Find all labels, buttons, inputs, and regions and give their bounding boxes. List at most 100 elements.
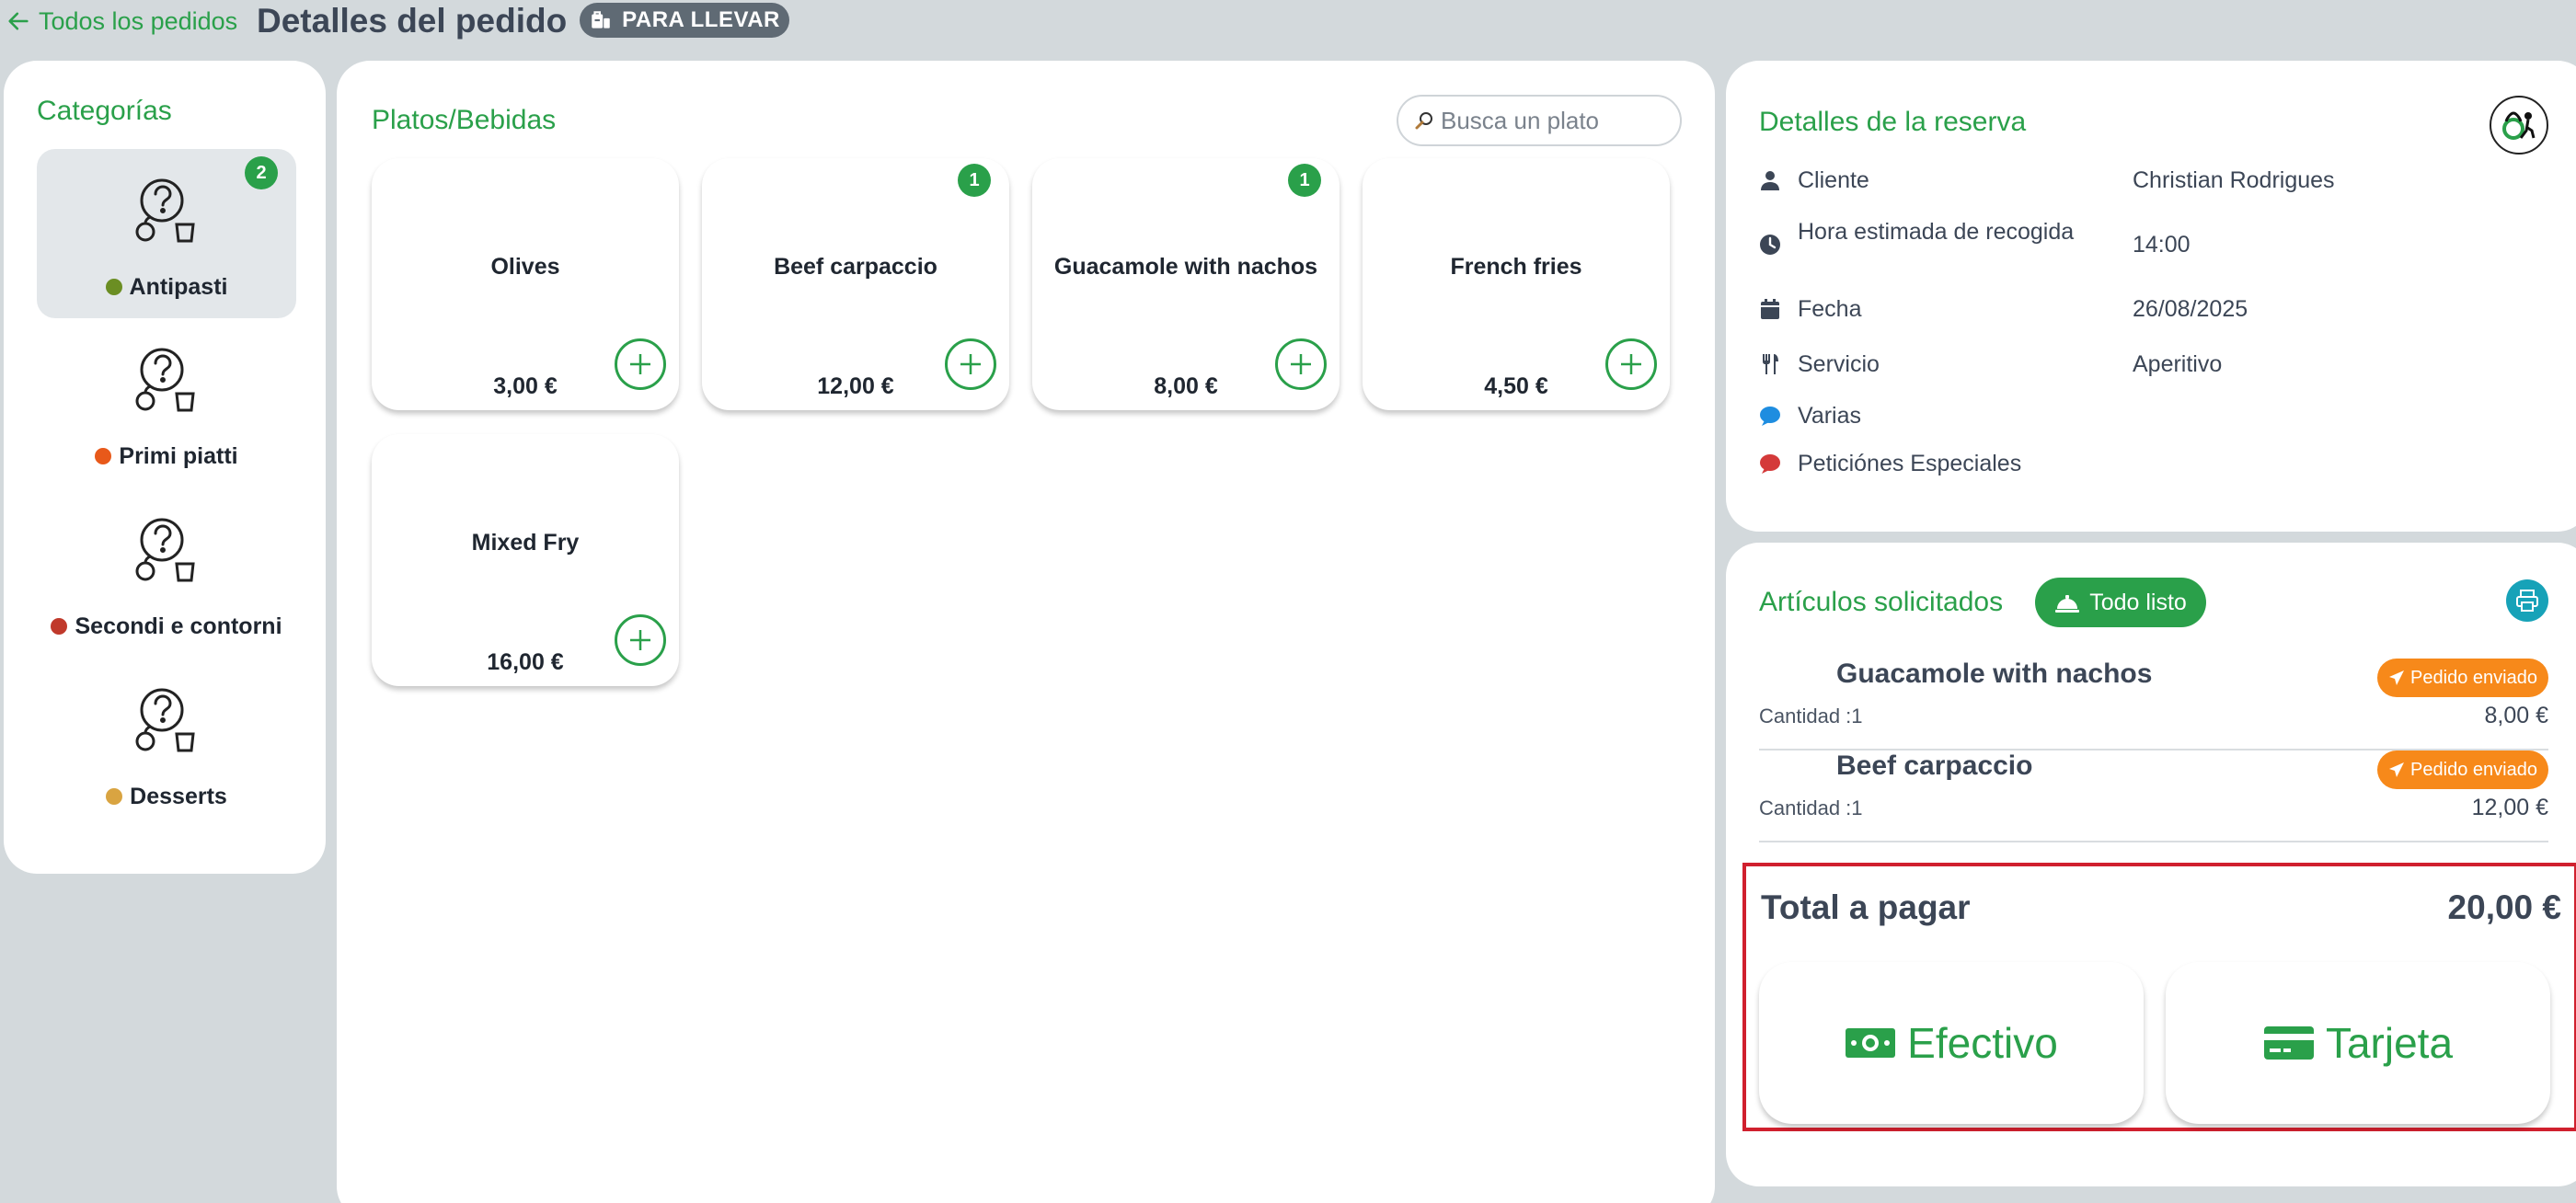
all-ready-button[interactable]: Todo listo [2035, 578, 2206, 627]
dish-count-badge: 1 [1288, 164, 1321, 197]
total-label: Total a pagar [1761, 888, 1971, 926]
dish-count-badge: 1 [958, 164, 991, 197]
utensils-icon [1763, 354, 1778, 374]
plus-icon [1291, 354, 1311, 374]
category-secondi-e-contorni[interactable]: Secondi e contorni [37, 488, 296, 658]
plus-icon [960, 354, 981, 374]
reservation-label: Varias [1798, 403, 1862, 429]
unknown-food-icon [135, 518, 195, 582]
chat-bubble-icon [1760, 407, 1780, 426]
add-dish-button[interactable] [1605, 338, 1657, 390]
category-label-text: Antipasti [129, 274, 228, 300]
chat-bubble-icon [1760, 454, 1780, 474]
payment-section: Total a pagar 20,00 € Efectivo Tarjeta [1742, 863, 2576, 1131]
pay-card-button[interactable]: Tarjeta [2166, 962, 2550, 1124]
reservation-label: Fecha [1798, 296, 1862, 322]
order-status-label: Pedido enviado [2410, 667, 2537, 688]
search-icon [1415, 112, 1432, 130]
unknown-food-icon [135, 348, 195, 412]
cash-label: Efectivo [1907, 1019, 2058, 1067]
category-label: Desserts [37, 784, 296, 810]
order-status-label: Pedido enviado [2410, 759, 2537, 780]
print-button[interactable] [2506, 579, 2548, 622]
reservation-label: Cliente [1798, 167, 1869, 193]
dish-card-olives[interactable]: Olives 3,00 € [372, 158, 679, 410]
back-to-orders-link[interactable]: Todos los pedidos [6, 4, 237, 39]
arrow-left-icon [8, 12, 29, 30]
plus-icon [630, 354, 650, 374]
reservation-value: Christian Rodrigues [2133, 167, 2335, 193]
dish-card-guacamole[interactable]: 1 Guacamole with nachos 8,00 € [1032, 158, 1340, 410]
ordered-item-price: 12,00 € [2471, 795, 2548, 820]
printer-icon [2516, 590, 2538, 612]
order-type-badge: PARA LLEVAR [580, 3, 789, 38]
search-input[interactable] [1441, 106, 1662, 135]
unknown-food-icon [135, 688, 195, 752]
meat-icon [51, 618, 68, 635]
plus-icon [1621, 354, 1641, 374]
credit-card-icon [2263, 1026, 2314, 1060]
dishes-panel: Platos/Bebidas Olives 3,00 € 1 Beef carp… [337, 61, 1715, 1203]
dish-search[interactable] [1397, 95, 1682, 146]
ordered-items-title: Artículos solicitados [1759, 587, 2004, 617]
total-value: 20,00 € [2447, 888, 2561, 926]
paper-plane-icon [2389, 670, 2405, 685]
dish-card-french-fries[interactable]: French fries 4,50 € [1363, 158, 1670, 410]
add-dish-button[interactable] [615, 338, 666, 390]
dish-name: Guacamole with nachos [1053, 254, 1318, 280]
categories-panel: Categorías 2 Antipasti Primi piatti Seco… [4, 61, 326, 874]
reservation-details-panel: Detalles de la reserva Cliente Christian… [1726, 61, 2576, 532]
reservation-title: Detalles de la reserva [1759, 107, 2027, 137]
dish-name: French fries [1450, 254, 1582, 280]
reservation-value: 14:00 [2133, 232, 2191, 258]
dish-name: Olives [490, 254, 560, 280]
clock-icon [1760, 235, 1780, 255]
dish-name: Beef carpaccio [774, 254, 937, 280]
category-label: Primi piatti [37, 443, 296, 470]
ordered-item-row: Beef carpaccio Cantidad :1 12,00 € Pedid… [1759, 750, 2548, 842]
person-icon [1761, 171, 1779, 190]
ordered-item-name: Guacamole with nachos [1836, 659, 2153, 689]
category-label: Antipasti [37, 274, 296, 301]
add-dish-button[interactable] [1275, 338, 1327, 390]
category-antipasti[interactable]: 2 Antipasti [37, 149, 296, 318]
paper-plane-icon [2389, 762, 2405, 777]
ordered-items-panel: Artículos solicitados Todo listo Guacamo… [1726, 543, 2576, 1186]
ordered-item-quantity: Cantidad :1 [1759, 796, 1863, 819]
add-dish-button[interactable] [945, 338, 996, 390]
dish-card-mixed-fry[interactable]: Mixed Fry 16,00 € [372, 434, 679, 686]
olive-icon [105, 279, 122, 295]
add-dish-button[interactable] [615, 614, 666, 666]
order-status-badge: Pedido enviado [2377, 659, 2548, 697]
card-label: Tarjeta [2325, 1019, 2454, 1067]
back-link-label: Todos los pedidos [39, 6, 238, 35]
page-title: Detalles del pedido [257, 2, 568, 40]
banknote-icon [1846, 1028, 1896, 1058]
category-label-text: Secondi e contorni [75, 613, 282, 639]
takeaway-bag-icon [592, 11, 610, 29]
category-desserts[interactable]: Desserts [37, 659, 296, 828]
category-primi-piatti[interactable]: Primi piatti [37, 318, 296, 487]
reservation-value: 26/08/2025 [2133, 296, 2248, 322]
dishes-title: Platos/Bebidas [372, 105, 557, 135]
order-status-badge: Pedido enviado [2377, 750, 2548, 789]
dessert-icon [106, 788, 123, 805]
reservation-label: Hora estimada de recogida [1798, 219, 2075, 245]
pay-cash-button[interactable]: Efectivo [1759, 962, 2144, 1124]
ordered-item-quantity: Cantidad :1 [1759, 705, 1863, 728]
all-ready-label: Todo listo [2089, 589, 2187, 615]
category-label: Secondi e contorni [37, 613, 296, 640]
categories-title: Categorías [37, 96, 172, 126]
order-type-label: PARA LLEVAR [622, 7, 780, 32]
dish-card-beef-carpaccio[interactable]: 1 Beef carpaccio 12,00 € [702, 158, 1009, 410]
ordered-item-row: Guacamole with nachos Cantidad :1 8,00 €… [1759, 659, 2548, 750]
restaurant-logo-icon [2490, 96, 2548, 155]
calendar-icon [1761, 299, 1779, 319]
top-bar: Todos los pedidos Detalles del pedido PA… [0, 0, 2576, 42]
category-label-text: Primi piatti [119, 443, 238, 469]
pasta-icon [95, 448, 112, 464]
ordered-item-price: 8,00 € [2484, 703, 2548, 728]
reservation-label: Servicio [1798, 351, 1880, 377]
category-label-text: Desserts [130, 784, 227, 809]
ordered-item-name: Beef carpaccio [1836, 750, 2033, 781]
